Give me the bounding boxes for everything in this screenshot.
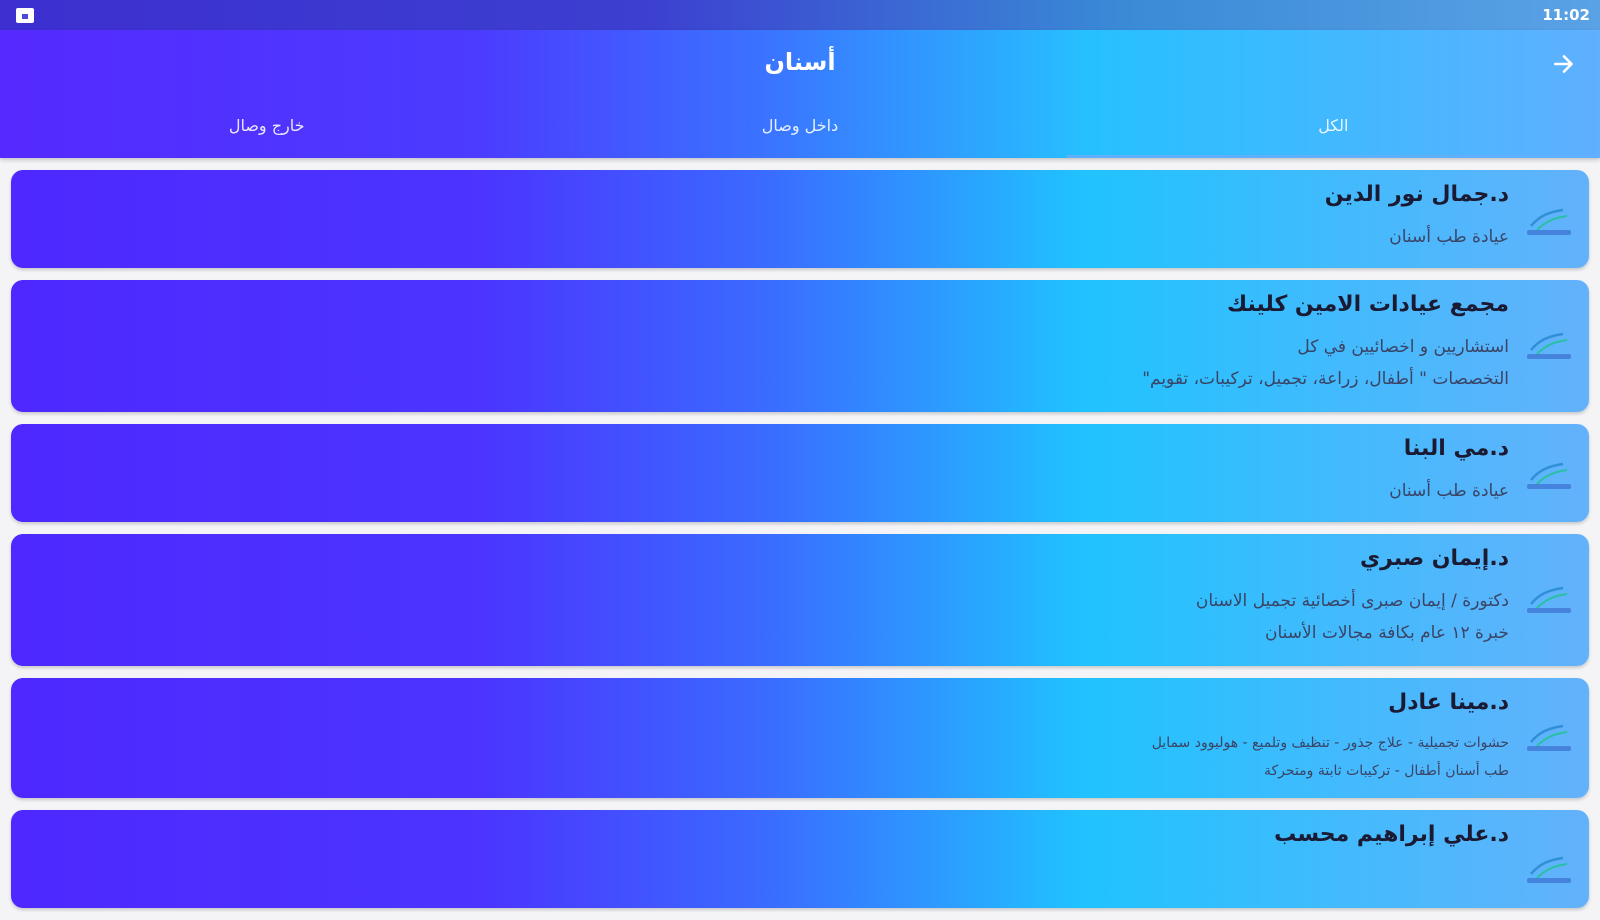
clinic-description: استشاريين و اخصائيين في كل التخصصات " أط… <box>1142 337 1509 389</box>
wesal-logo-icon <box>1527 586 1571 613</box>
clinic-description: عيادة طب أسنان <box>1389 227 1509 247</box>
clinic-description: عيادة طب أسنان <box>1389 481 1509 501</box>
clinic-name: د.إيمان صبري <box>1360 546 1509 571</box>
clinic-list: د.جمال نور الدين عيادة طب أسنان مجمع عيا… <box>11 170 1589 920</box>
status-clock: 11:02 <box>1542 6 1590 24</box>
wesal-logo-icon <box>1527 332 1571 359</box>
arrow-right-icon <box>1554 55 1573 73</box>
gallery-icon <box>16 8 34 23</box>
tab-all[interactable]: الكل <box>1066 110 1600 158</box>
clinic-description: حشوات تجميلية - علاج جذور - تنظيف وتلميع… <box>1151 735 1509 779</box>
clinic-description: دكتورة / إيمان صبرى أخصائية تجميل الاسنا… <box>1195 591 1509 643</box>
list-item[interactable]: د.جمال نور الدين عيادة طب أسنان <box>11 170 1589 268</box>
clinic-name: د.مي البنا <box>1403 436 1509 461</box>
clinic-name: مجمع عيادات الامين كلينك <box>1227 292 1509 317</box>
clinic-name: د.مينا عادل <box>1388 690 1509 715</box>
tab-inside-wesal[interactable]: داخل وصال <box>533 110 1066 158</box>
wesal-logo-icon <box>1527 462 1571 489</box>
list-item[interactable]: د.مي البنا عيادة طب أسنان <box>11 424 1589 522</box>
clinic-name: د.علي إبراهيم محسب <box>1274 822 1509 847</box>
tab-bar: الكل داخل وصال خارج وصال <box>0 110 1600 158</box>
wesal-logo-icon <box>1527 724 1571 751</box>
wesal-logo-icon <box>1527 856 1571 883</box>
wesal-logo-icon <box>1527 208 1571 235</box>
list-item[interactable]: د.مينا عادل حشوات تجميلية - علاج جذور - … <box>11 678 1589 798</box>
list-item[interactable]: مجمع عيادات الامين كلينك استشاريين و اخص… <box>11 280 1589 412</box>
clinic-name: د.جمال نور الدين <box>1324 182 1509 207</box>
status-bar: 11:02 <box>0 0 1600 30</box>
tab-outside-wesal[interactable]: خارج وصال <box>0 110 533 158</box>
page-title: أسنان <box>764 48 836 76</box>
app-bar: أسنان الكل داخل وصال خارج وصال <box>0 30 1600 158</box>
list-item[interactable]: د.إيمان صبري دكتورة / إيمان صبرى أخصائية… <box>11 534 1589 666</box>
list-item[interactable]: د.علي إبراهيم محسب <box>11 810 1589 908</box>
back-button[interactable] <box>1546 46 1582 82</box>
